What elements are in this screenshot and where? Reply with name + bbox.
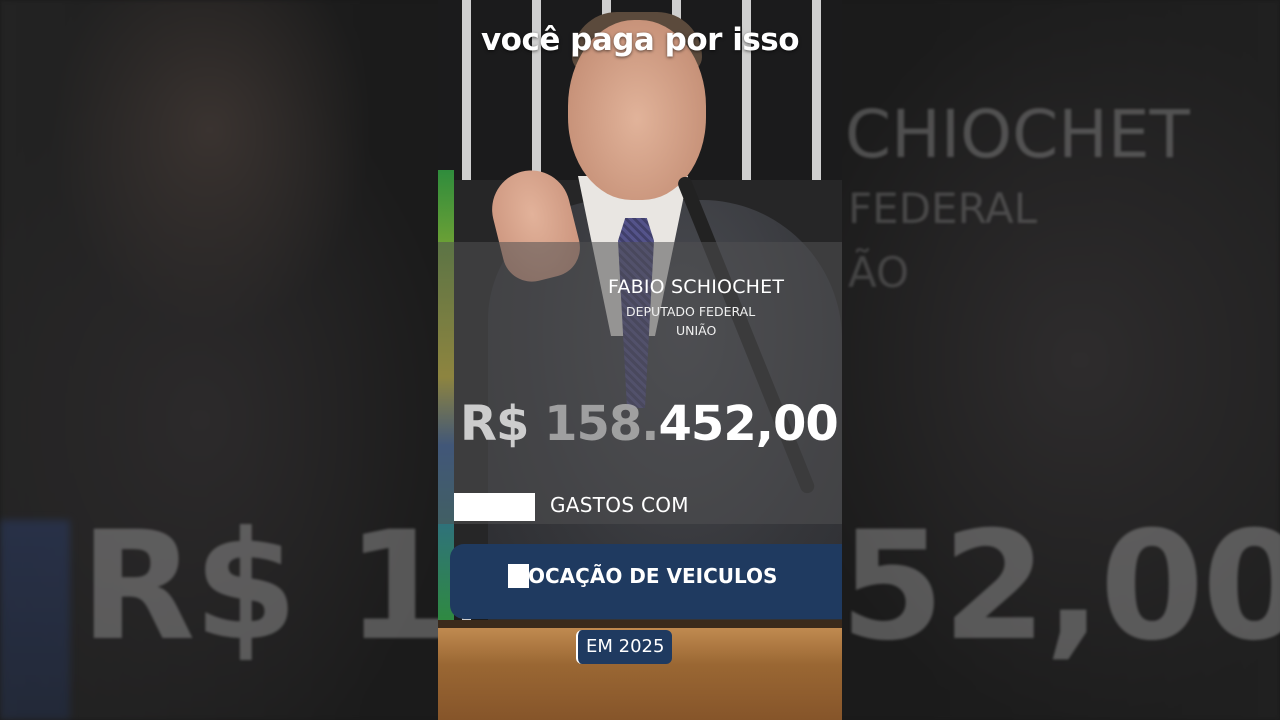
expense-label: GASTOS COM (550, 493, 689, 517)
year-badge: EM 2025 (576, 630, 673, 664)
video-frame[interactable]: você paga por isso FABIO SCHIOCHET DEPUT… (438, 0, 842, 720)
background-amount-right: 52,00 (840, 500, 1280, 674)
top-caption: você paga por isso (480, 22, 800, 58)
amount-thousands: 158. (544, 396, 659, 452)
background-role-fragment: FEDERAL (848, 184, 1038, 233)
amount-currency: R$ (460, 396, 545, 452)
expense-category: OCAÇÃO DE VEICULOS (528, 564, 778, 588)
politician-role: DEPUTADO FEDERAL (626, 304, 756, 319)
amount-units: 452,00 (658, 396, 839, 452)
expense-amount: R$ 158.452,00 (460, 396, 839, 452)
highlight-block (454, 493, 535, 521)
background-flag (0, 520, 70, 720)
typing-cursor (508, 564, 529, 588)
background-name-fragment: CHIOCHET (845, 96, 1190, 173)
politician-name: FABIO SCHIOCHET (608, 276, 785, 298)
background-party-fragment: ÃO (848, 248, 910, 297)
politician-party: UNIÃO (676, 323, 717, 338)
